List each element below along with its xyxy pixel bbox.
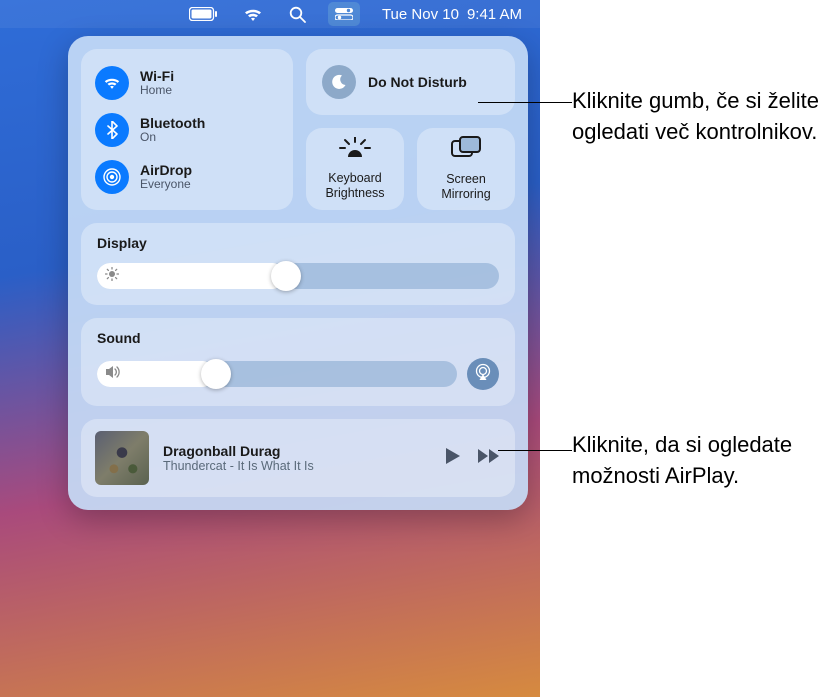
airdrop-toggle[interactable]: AirDrop Everyone <box>95 156 279 198</box>
control-center-panel: Wi-Fi Home Bluetooth On <box>68 36 528 510</box>
play-button[interactable] <box>445 447 461 470</box>
desktop-background: Tue Nov 10 9:41 AM Wi-Fi Home <box>0 0 540 697</box>
moon-icon <box>322 65 356 99</box>
bluetooth-toggle[interactable]: Bluetooth On <box>95 109 279 151</box>
now-playing-tile[interactable]: Dragonball Durag Thundercat - It Is What… <box>81 419 515 497</box>
airdrop-label: AirDrop <box>140 162 192 178</box>
screen-mirroring-label: Screen Mirroring <box>421 172 511 202</box>
spotlight-icon[interactable] <box>285 0 310 28</box>
display-label: Display <box>97 235 499 251</box>
sound-label: Sound <box>97 330 499 346</box>
display-slider[interactable] <box>97 263 499 289</box>
airdrop-icon <box>95 160 129 194</box>
track-artist: Thundercat - It Is What It Is <box>163 459 431 473</box>
airdrop-status: Everyone <box>140 178 192 192</box>
album-art <box>95 431 149 485</box>
sound-tile[interactable]: Sound <box>81 318 515 406</box>
keyboard-brightness-label: Keyboard Brightness <box>310 171 400 201</box>
keyboard-brightness-icon <box>338 137 372 164</box>
screen-mirroring-tile[interactable]: Screen Mirroring <box>417 128 515 210</box>
callout-2: Kliknite, da si ogledate možnosti AirPla… <box>572 430 832 492</box>
display-tile[interactable]: Display <box>81 223 515 305</box>
battery-icon[interactable] <box>185 0 221 28</box>
wifi-status: Home <box>140 84 174 98</box>
sound-slider[interactable] <box>97 361 457 387</box>
airplay-icon <box>474 363 492 386</box>
screen-mirroring-icon <box>451 136 481 165</box>
keyboard-brightness-tile[interactable]: Keyboard Brightness <box>306 128 404 210</box>
menu-datetime[interactable]: Tue Nov 10 9:41 AM <box>378 0 526 28</box>
wifi-icon <box>95 66 129 100</box>
bluetooth-label: Bluetooth <box>140 115 205 131</box>
bluetooth-status: On <box>140 131 205 145</box>
control-center-icon[interactable] <box>328 2 360 26</box>
airplay-button[interactable] <box>467 358 499 390</box>
menu-date: Tue Nov 10 <box>382 6 459 23</box>
menu-bar: Tue Nov 10 9:41 AM <box>0 0 540 28</box>
connectivity-tile[interactable]: Wi-Fi Home Bluetooth On <box>81 49 293 210</box>
do-not-disturb-tile[interactable]: Do Not Disturb <box>306 49 515 115</box>
wifi-icon[interactable] <box>239 0 267 28</box>
sun-icon <box>105 267 119 286</box>
callout-leader-1 <box>478 102 572 103</box>
bluetooth-icon <box>95 113 129 147</box>
wifi-toggle[interactable]: Wi-Fi Home <box>95 62 279 104</box>
dnd-label: Do Not Disturb <box>368 74 467 91</box>
track-title: Dragonball Durag <box>163 443 431 459</box>
callout-1: Kliknite gumb, če si želite ogledati več… <box>572 86 832 148</box>
wifi-label: Wi-Fi <box>140 68 174 84</box>
menu-time: 9:41 AM <box>467 6 522 23</box>
callout-leader-2 <box>498 450 572 451</box>
speaker-icon <box>105 365 121 384</box>
